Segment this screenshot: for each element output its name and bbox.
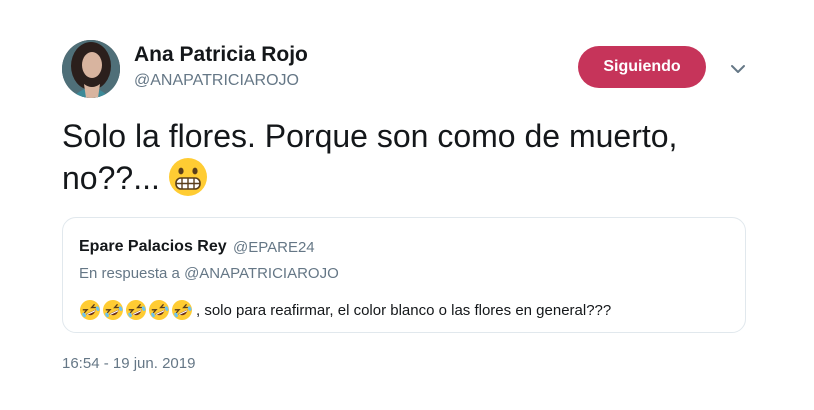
rolling-on-floor-laughing-icon <box>149 300 169 320</box>
tweet-text: Solo la flores. Porque son como de muert… <box>62 115 752 199</box>
avatar-photo <box>62 40 120 98</box>
rolling-on-floor-laughing-icon <box>172 300 192 320</box>
quoted-text-content: , solo para reafirmar, el color blanco o… <box>196 301 612 319</box>
reply-prefix: En respuesta a <box>79 265 180 282</box>
quoted-author-handle: @EPARE24 <box>233 239 315 256</box>
author-handle[interactable]: @ANAPATRICIAROJO <box>134 72 299 90</box>
rolling-on-floor-laughing-icon <box>103 300 123 320</box>
quoted-author-name: Epare Palacios Rey <box>79 238 227 255</box>
quoted-tweet[interactable]: Epare Palacios Rey @EPARE24 En respuesta… <box>62 217 746 333</box>
laughing-emoji-row <box>79 299 194 321</box>
reply-context: En respuesta a @ANAPATRICIAROJO <box>79 265 339 282</box>
tweet-card: Ana Patricia Rojo @ANAPATRICIAROJO Sigui… <box>0 0 814 410</box>
reply-mention[interactable]: @ANAPATRICIAROJO <box>184 265 339 282</box>
grimacing-face-icon <box>168 157 208 197</box>
rolling-on-floor-laughing-icon <box>126 300 146 320</box>
tweet-timestamp[interactable]: 16:54 - 19 jun. 2019 <box>62 355 195 372</box>
chevron-down-icon[interactable] <box>727 60 749 78</box>
rolling-on-floor-laughing-icon <box>80 300 100 320</box>
tweet-text-content: Solo la flores. Porque son como de muert… <box>62 118 678 196</box>
following-button[interactable]: Siguiendo <box>578 46 706 88</box>
author-name[interactable]: Ana Patricia Rojo <box>134 43 308 67</box>
avatar[interactable] <box>62 40 120 98</box>
quoted-tweet-text: , solo para reafirmar, el color blanco o… <box>79 299 611 321</box>
